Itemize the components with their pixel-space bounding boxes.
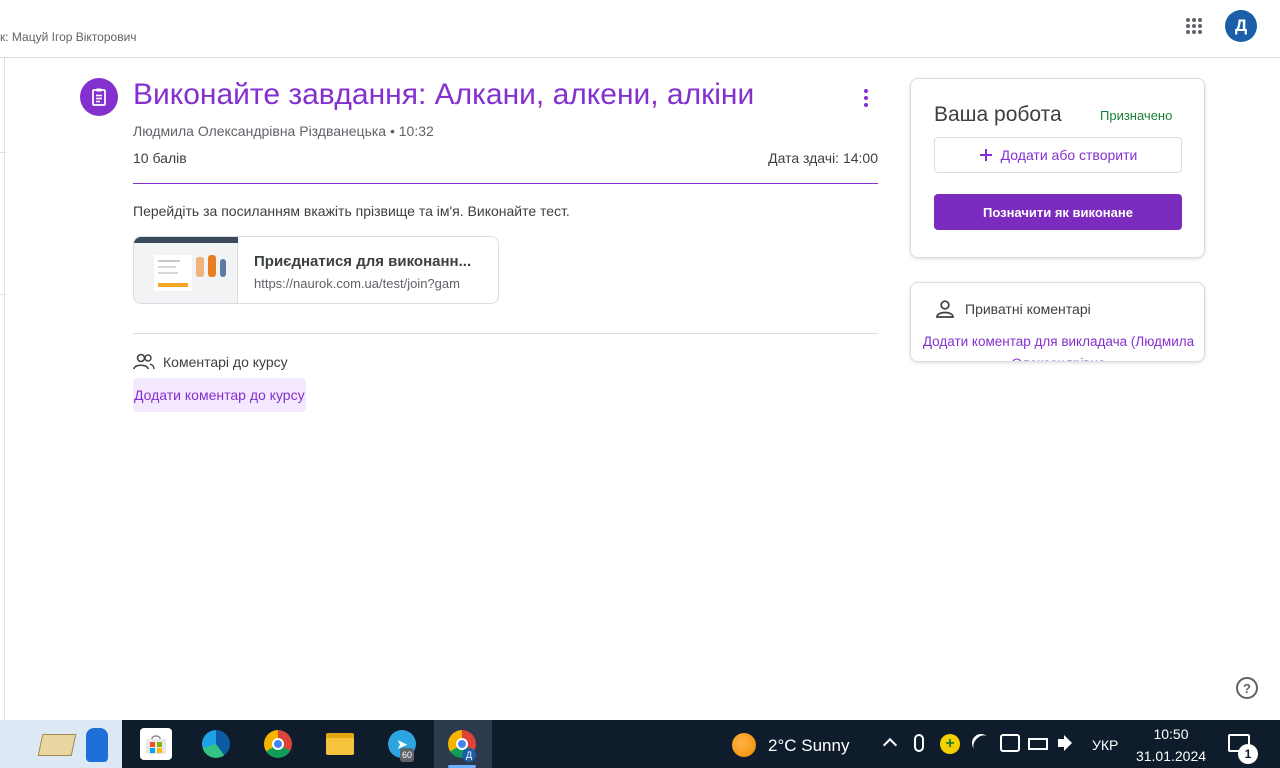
person-icon bbox=[936, 300, 954, 318]
windows-taskbar: ➤ 60 Д 2°C Sunny + УКР 10:50 31.01.2024 … bbox=[0, 720, 1280, 768]
microphone-icon[interactable] bbox=[914, 734, 924, 752]
class-comments-label: Коментарі до курсу bbox=[163, 354, 288, 370]
file-explorer-icon[interactable] bbox=[324, 728, 356, 760]
assignment-due: Дата здачі: 14:00 bbox=[768, 150, 878, 166]
google-apps-button[interactable] bbox=[1178, 10, 1210, 42]
edge-browser-icon[interactable] bbox=[200, 728, 232, 760]
people-icon bbox=[133, 353, 155, 370]
sun-icon[interactable] bbox=[732, 733, 756, 757]
assignment-instructions: Перейдіть за посиланням вкажіть прізвище… bbox=[133, 203, 570, 219]
divider bbox=[133, 333, 878, 334]
plus-icon bbox=[979, 149, 992, 161]
bottle-icon bbox=[86, 728, 108, 762]
book-icon bbox=[37, 734, 77, 756]
mark-as-done-button[interactable]: Позначити як виконане bbox=[934, 194, 1182, 230]
screen-icon[interactable] bbox=[1000, 734, 1020, 752]
input-language[interactable]: УКР bbox=[1092, 737, 1118, 753]
clock-time[interactable]: 10:50 bbox=[1134, 726, 1208, 742]
your-work-title: Ваша робота bbox=[934, 103, 1062, 126]
your-work-card: Ваша робота Призначено Додати або створи… bbox=[910, 78, 1205, 258]
private-comments-card: Приватні коментарі Додати коментар для в… bbox=[910, 282, 1205, 362]
widgets-button[interactable] bbox=[0, 720, 122, 768]
assignment-author-time: Людмила Олександрівна Різдванецька • 10:… bbox=[133, 123, 434, 139]
left-rail-tick bbox=[0, 152, 6, 153]
private-comments-label: Приватні коментарі bbox=[965, 301, 1091, 317]
link-thumbnail bbox=[134, 237, 238, 303]
private-comments-header: Приватні коментарі bbox=[935, 300, 1091, 318]
left-rail-tick bbox=[0, 294, 6, 295]
assignment-icon bbox=[80, 78, 118, 116]
more-options-button[interactable] bbox=[854, 86, 878, 110]
left-rail-divider bbox=[4, 58, 5, 720]
more-vert-icon bbox=[864, 89, 868, 93]
account-avatar[interactable]: Д bbox=[1225, 10, 1257, 42]
add-private-comment-link[interactable]: Додати коментар для викладача (Людмила О… bbox=[911, 331, 1204, 361]
plus-app-tray-icon[interactable]: + bbox=[940, 734, 960, 754]
top-bar: к: Мацуй Ігор Вікторович Д bbox=[0, 0, 1280, 58]
clock-date[interactable]: 31.01.2024 bbox=[1134, 748, 1208, 764]
telegram-unread-badge: 60 bbox=[400, 748, 415, 762]
link-url: https://naurok.com.ua/test/join?gam bbox=[254, 276, 460, 291]
class-comments-header: Коментарі до курсу bbox=[133, 351, 288, 373]
wifi-icon[interactable] bbox=[968, 730, 994, 756]
notifications-count: 1 bbox=[1238, 744, 1258, 764]
assignment-points: 10 балів bbox=[133, 150, 187, 166]
volume-icon[interactable] bbox=[1058, 734, 1072, 752]
battery-icon[interactable] bbox=[1028, 738, 1048, 750]
weather-text[interactable]: 2°C Sunny bbox=[768, 736, 849, 756]
assignment-title: Виконайте завдання: Алкани, алкени, алкі… bbox=[133, 78, 755, 111]
apps-grid-icon bbox=[1186, 18, 1202, 34]
add-class-comment-button[interactable]: Додати коментар до курсу bbox=[133, 378, 306, 412]
page: к: Мацуй Ігор Вікторович Д Виконайте зав… bbox=[0, 0, 1280, 768]
microsoft-store-icon[interactable] bbox=[140, 728, 172, 760]
status-badge: Призначено bbox=[1100, 108, 1173, 123]
help-icon[interactable]: ? bbox=[1236, 677, 1258, 699]
chrome-profile-badge: Д bbox=[462, 748, 476, 762]
attachment-link-card[interactable]: Приєднатися для виконанн... https://naur… bbox=[133, 236, 499, 304]
add-or-create-button[interactable]: Додати або створити bbox=[934, 137, 1182, 173]
teacher-name: к: Мацуй Ігор Вікторович bbox=[0, 30, 137, 44]
chrome-browser-icon[interactable] bbox=[262, 728, 294, 760]
show-hidden-icons-chevron-icon[interactable] bbox=[882, 734, 898, 750]
add-or-create-label: Додати або створити bbox=[1000, 147, 1138, 163]
divider bbox=[133, 183, 878, 184]
link-title: Приєднатися для виконанн... bbox=[254, 253, 472, 270]
